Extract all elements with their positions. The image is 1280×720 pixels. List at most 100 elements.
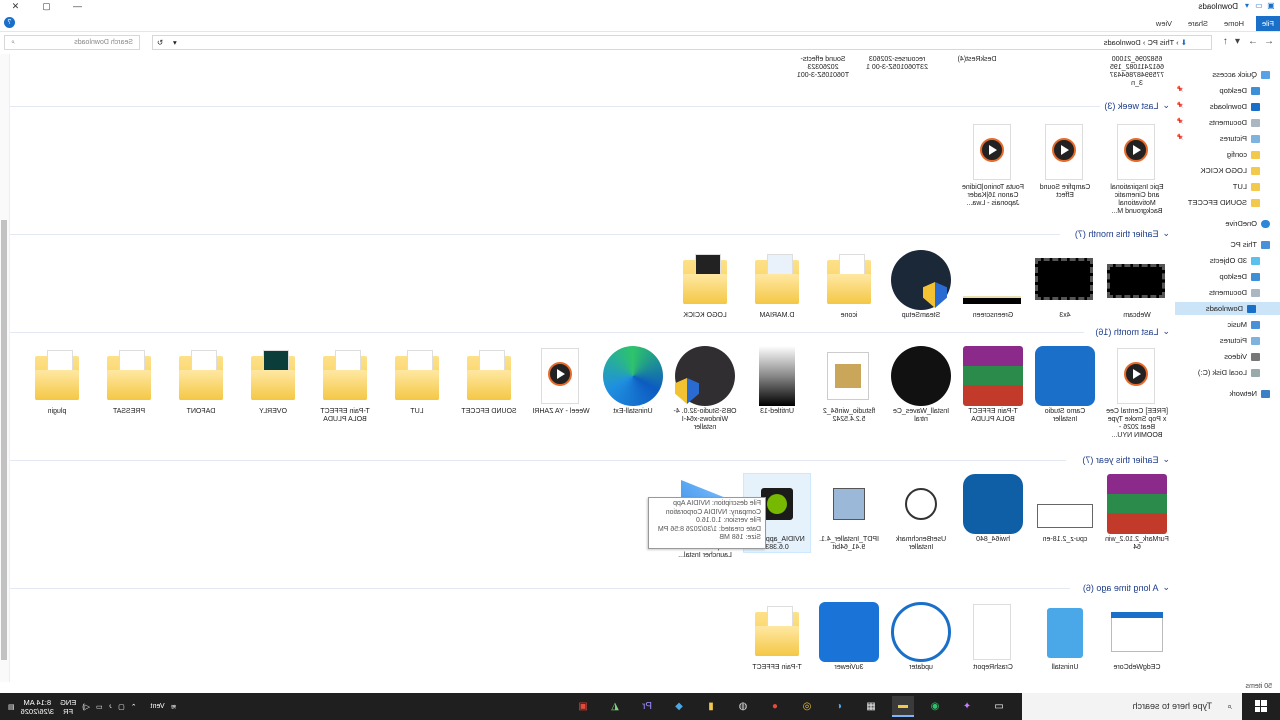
dropdown-icon[interactable]: ▾ bbox=[173, 36, 177, 49]
nav-local-disk[interactable]: Local Disk (C:) bbox=[1198, 366, 1260, 379]
language-indicator[interactable]: ENG FR bbox=[60, 698, 76, 716]
tab-home[interactable]: Home bbox=[1218, 16, 1250, 31]
network-icon[interactable]: ▭ bbox=[96, 703, 103, 711]
installer-waves-central[interactable]: Install_Waves_Ce ntral bbox=[888, 346, 954, 424]
audio-fouta-tonino[interactable]: Fouta Tonino|Didine Canon 16|Kader Japon… bbox=[960, 122, 1026, 208]
volume-icon[interactable]: ◁) bbox=[82, 703, 90, 711]
clock[interactable]: 8:14 AM 3/26/2026 bbox=[21, 698, 54, 716]
file-crashreport[interactable]: CrashReport bbox=[960, 602, 1026, 672]
group-header-earlier-year[interactable]: ⌄ Earlier this year (7) bbox=[1082, 454, 1170, 465]
taskbar-search[interactable]: ⌕ Type here to search bbox=[1022, 693, 1242, 720]
folder-lut[interactable]: LUT bbox=[384, 346, 450, 416]
vertical-scrollbar[interactable] bbox=[0, 54, 10, 682]
folder-pressat[interactable]: PRESSAT bbox=[96, 346, 162, 416]
tab-share[interactable]: Share bbox=[1182, 16, 1214, 31]
sticky-notes-icon[interactable]: ▮ bbox=[700, 696, 722, 717]
start-button[interactable] bbox=[1242, 693, 1280, 720]
copilot-icon[interactable]: ✦ bbox=[956, 696, 978, 717]
pin-icon[interactable]: 📌 bbox=[1177, 118, 1184, 125]
tab-file[interactable]: File bbox=[1255, 16, 1280, 31]
group-header-last-month[interactable]: ⌄ Last month (16) bbox=[1095, 326, 1170, 337]
photos-icon[interactable]: ◆ bbox=[668, 696, 690, 717]
app-3uviewer[interactable]: 3uViewer bbox=[816, 602, 882, 672]
forward-icon[interactable]: → bbox=[1248, 36, 1258, 47]
folder-icon[interactable]: ▭ bbox=[1254, 1, 1264, 11]
nav-pc-documents[interactable]: Documents bbox=[1209, 286, 1260, 299]
scrollbar-thumb[interactable] bbox=[1, 220, 7, 660]
folder-sound-effects[interactable]: Sound effects-20260323 T060105Z-3-001 bbox=[790, 54, 856, 80]
file-explorer-icon[interactable]: ▬ bbox=[892, 696, 914, 717]
nav-music[interactable]: Music bbox=[1227, 318, 1260, 331]
pin-icon[interactable]: 📌 bbox=[1177, 102, 1184, 109]
maximize-button[interactable]: ▢ bbox=[31, 0, 62, 14]
image-6582096[interactable]: 6582096_21000 6612411082_195 77599487864… bbox=[1104, 54, 1170, 88]
mail-icon[interactable]: ◐ bbox=[828, 696, 850, 717]
installer-cpu-z[interactable]: cpu-z_2.18-en bbox=[1032, 474, 1098, 544]
folder-plugin[interactable]: plugin bbox=[24, 346, 90, 416]
steam-icon[interactable]: ◍ bbox=[732, 696, 754, 717]
minimize-button[interactable]: — bbox=[62, 0, 93, 14]
weather-text[interactable]: Vent bbox=[151, 703, 165, 710]
help-icon[interactable]: ? bbox=[4, 17, 15, 28]
microphone-icon[interactable]: ♪ bbox=[109, 703, 113, 710]
nav-sound-efccet[interactable]: SOUND EFCCET bbox=[1188, 196, 1260, 209]
video-webcam[interactable]: Webcam bbox=[1104, 250, 1170, 320]
nav-this-pc[interactable]: This PC bbox=[1230, 238, 1270, 251]
up-icon[interactable]: ↑ bbox=[1223, 36, 1228, 47]
pin-icon[interactable]: 📌 bbox=[1177, 86, 1184, 93]
folder-d-mariam[interactable]: D.MARIAM bbox=[744, 250, 810, 320]
installer-camo-studio[interactable]: Camo Studio Installer bbox=[1032, 346, 1098, 424]
app-uninstall[interactable]: Uninstall bbox=[1032, 602, 1098, 672]
image-untitled-13[interactable]: Untitled-13 bbox=[744, 346, 810, 416]
folder-deskrest[interactable]: DeskRest(4) bbox=[944, 54, 1010, 64]
weather-icon[interactable]: ≋ bbox=[171, 703, 177, 711]
group-header-last-week[interactable]: ⌄ Last week (3) bbox=[1104, 100, 1170, 111]
pin-icon[interactable]: 📌 bbox=[1177, 134, 1184, 141]
breadcrumb-downloads[interactable]: Downloads bbox=[1104, 38, 1141, 47]
show-hidden-icon[interactable]: ⌃ bbox=[131, 703, 137, 711]
search-input[interactable]: Search Downloads ⌕ bbox=[4, 35, 140, 50]
premiere-icon[interactable]: Pr bbox=[636, 696, 658, 717]
folder-recourses[interactable]: recourses-202603 23T060105Z-3-00 1 bbox=[864, 54, 930, 72]
archive-furmark[interactable]: FurMark_2.10.2_win64 bbox=[1104, 474, 1170, 552]
audio-campfire[interactable]: Campfire Sound Effect bbox=[1032, 122, 1098, 200]
installer-flstudio[interactable]: flstudio_win64_2 5.2.4.5242 bbox=[816, 346, 882, 424]
installer-steamsetup[interactable]: SteamSetup bbox=[888, 250, 954, 320]
folder-sound-efccet[interactable]: SOUND EFCCET bbox=[456, 346, 522, 416]
folder-dafont[interactable]: DAFONT bbox=[168, 346, 234, 416]
nav-downloads[interactable]: Downloads bbox=[1210, 100, 1260, 113]
chevron-down-icon[interactable]: ▾ bbox=[1242, 1, 1252, 11]
app-updater[interactable]: updater bbox=[888, 602, 954, 672]
task-view-icon[interactable]: ▭ bbox=[988, 696, 1010, 717]
video-editor-icon[interactable]: ◭ bbox=[604, 696, 626, 717]
audio-weeel-ya-zahri[interactable]: Weeel - YA ZAHRI bbox=[528, 346, 594, 416]
meet-now-icon[interactable]: ▢ bbox=[118, 703, 125, 711]
installer-hwi64[interactable]: hwi64_840 bbox=[960, 474, 1026, 544]
tab-view[interactable]: View bbox=[1150, 16, 1178, 31]
video-4x3[interactable]: 4x3 bbox=[1032, 250, 1098, 320]
installer-obs-studio[interactable]: OBS-Studio-32.0. 4-Windows-x64-I nstalle… bbox=[672, 346, 738, 432]
nav-lut[interactable]: LUT bbox=[1233, 180, 1260, 193]
app-uninstall-ext[interactable]: Uninstall-Ext bbox=[600, 346, 666, 416]
path-field[interactable]: ⬇ › This PC › Downloads ▾ ↻ bbox=[152, 35, 1212, 50]
nav-pc-pictures[interactable]: Pictures bbox=[1220, 334, 1260, 347]
nav-quick-access[interactable]: Quick access bbox=[1212, 68, 1270, 81]
nav-documents[interactable]: Documents bbox=[1209, 116, 1260, 129]
nav-3d-objects[interactable]: 3D Objects bbox=[1210, 254, 1260, 267]
nav-pc-downloads[interactable]: Downloads bbox=[1175, 302, 1280, 315]
installer-ipdt[interactable]: IPDT_Installer_4.1. 9.41_64bit bbox=[816, 474, 882, 552]
video-greenscreen[interactable]: Greenscreen bbox=[960, 250, 1026, 320]
audio-epic-inspirational[interactable]: Epic Inspirational and Cinematic Motivat… bbox=[1104, 122, 1170, 216]
nav-logo-kcick[interactable]: LOGO KCICK bbox=[1200, 164, 1260, 177]
folder-icone[interactable]: icone bbox=[816, 250, 882, 320]
app-icon[interactable]: ● bbox=[764, 696, 786, 717]
nav-onedrive[interactable]: OneDrive bbox=[1225, 217, 1270, 230]
audio-central-cee[interactable]: [FREE] Central Cee x Pop Smoke Type Beat… bbox=[1104, 346, 1170, 440]
breadcrumb-this-pc[interactable]: This PC bbox=[1147, 38, 1174, 47]
nav-desktop[interactable]: Desktop bbox=[1219, 84, 1260, 97]
nav-config[interactable]: config bbox=[1227, 148, 1260, 161]
explorer-icon[interactable]: ▣ bbox=[1266, 1, 1276, 11]
folder-overly[interactable]: OVERLY bbox=[240, 346, 306, 416]
close-button[interactable]: ✕ bbox=[0, 0, 31, 14]
group-header-earlier-month[interactable]: ⌄ Earlier this month (7) bbox=[1075, 228, 1170, 239]
